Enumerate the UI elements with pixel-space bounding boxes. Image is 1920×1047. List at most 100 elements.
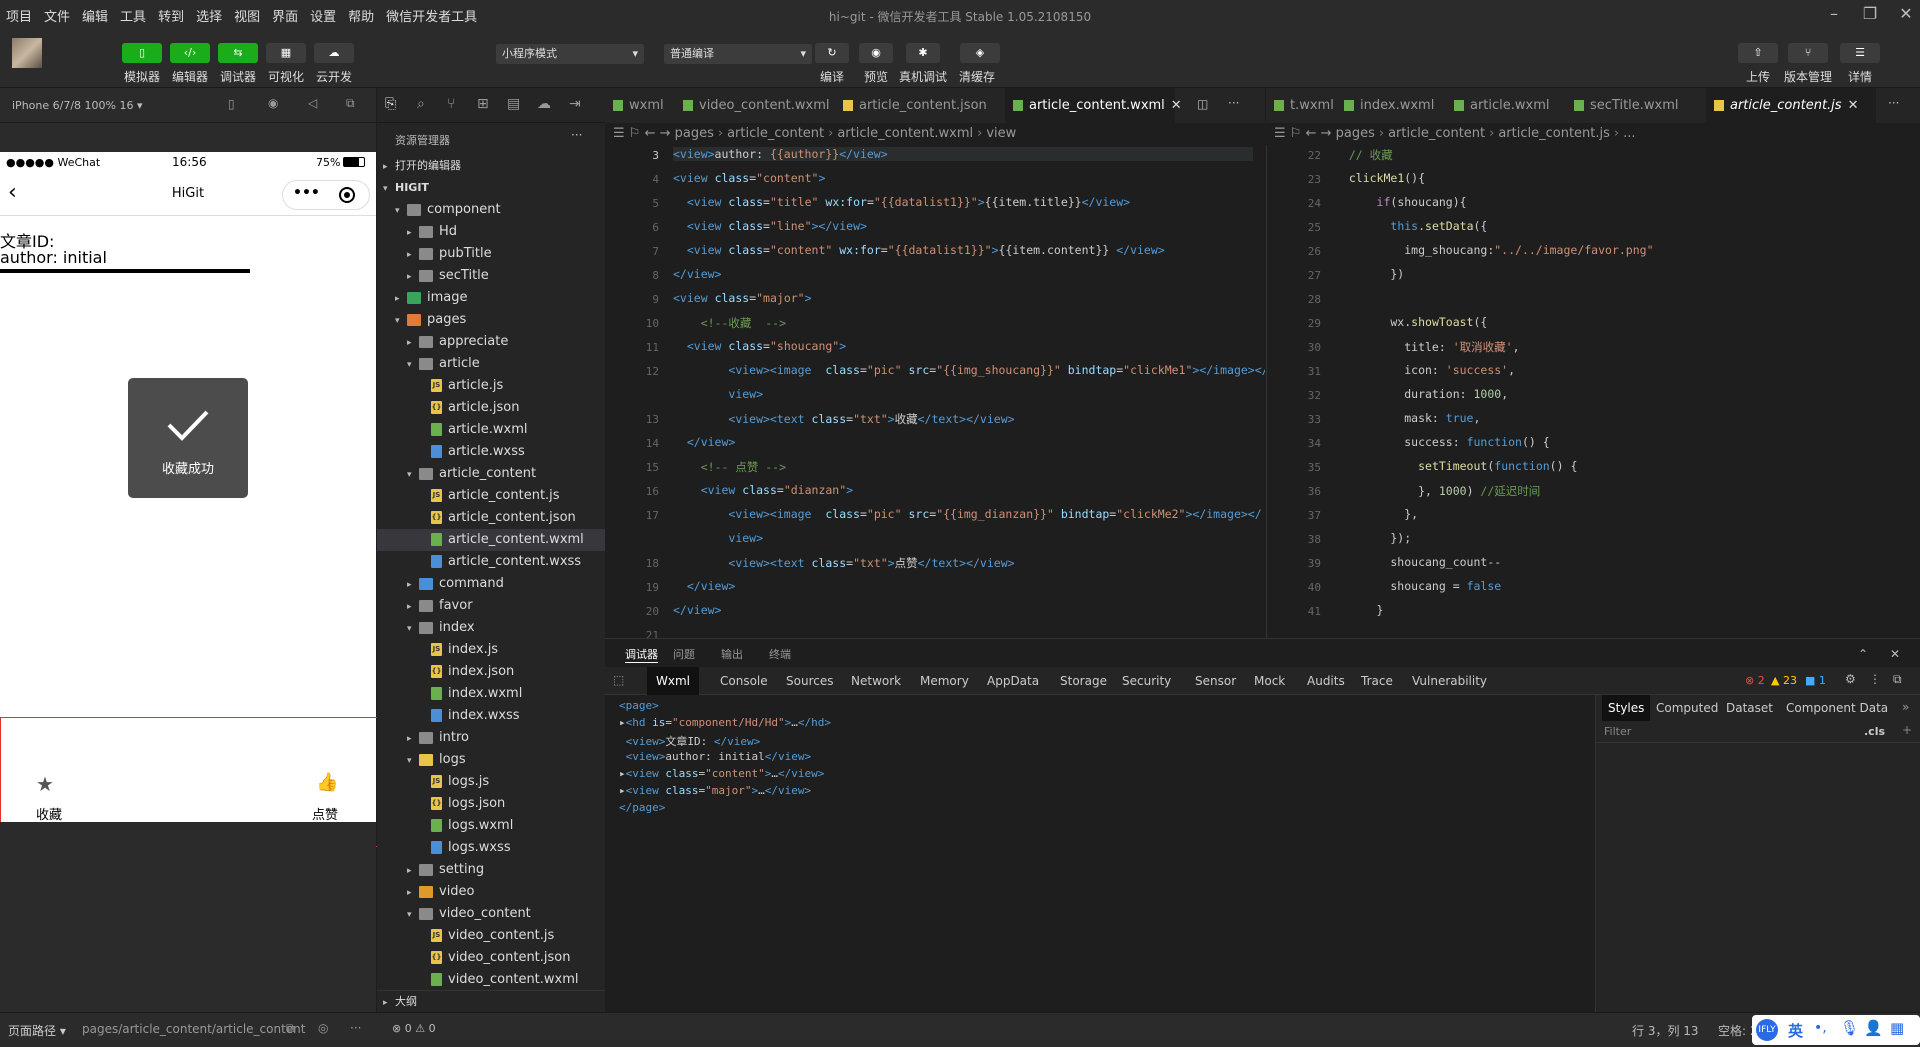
- record-icon[interactable]: ◉: [268, 96, 278, 110]
- code-line[interactable]: view>: [673, 387, 763, 401]
- code-line[interactable]: this.setData({: [1335, 219, 1487, 233]
- tree-item[interactable]: article.wxml: [377, 419, 605, 441]
- tree-item[interactable]: {} logs.json: [377, 793, 605, 815]
- compile-button[interactable]: 编译: [807, 68, 857, 85]
- devtools-tab[interactable]: Sources: [777, 667, 842, 695]
- wxml-node[interactable]: <view>文章ID: </view>: [619, 733, 761, 749]
- ime-logo-icon[interactable]: IFLY: [1756, 1019, 1778, 1041]
- devtools-tab[interactable]: Memory: [911, 667, 978, 695]
- add-style-icon[interactable]: +: [1902, 723, 1912, 737]
- panel-tab[interactable]: 问题: [673, 646, 695, 662]
- page-path-select[interactable]: 页面路径 ▾: [8, 1022, 66, 1039]
- devtools-tab[interactable]: Storage: [1051, 667, 1116, 695]
- capsule-menu[interactable]: •••: [282, 180, 370, 210]
- avatar[interactable]: [12, 38, 42, 68]
- tree-item[interactable]: JS logs.js: [377, 771, 605, 793]
- tree-item[interactable]: ▸ favor: [377, 595, 605, 617]
- cloud-icon[interactable]: ☁: [537, 96, 551, 112]
- close-tab-icon[interactable]: ✕: [1848, 98, 1859, 113]
- code-line[interactable]: <view><text class="txt">收藏</text></view>: [673, 411, 1014, 427]
- tree-item[interactable]: index.wxss: [377, 705, 605, 727]
- settings-icon[interactable]: ⚙: [1845, 672, 1856, 686]
- tree-item[interactable]: ▾ pages: [377, 309, 605, 331]
- menu-item[interactable]: 编辑: [76, 6, 114, 25]
- menu-item[interactable]: 转到: [152, 6, 190, 25]
- wxml-node[interactable]: ▸<hd is="component/Hd/Hd">…</hd>: [619, 716, 831, 729]
- code-line[interactable]: setTimeout(function() {: [1335, 459, 1577, 473]
- simulator-icon[interactable]: ▯: [122, 43, 162, 63]
- panel-tab[interactable]: 调试器: [625, 646, 658, 663]
- cursor-position[interactable]: 行 3，列 13: [1632, 1022, 1699, 1039]
- tree-item[interactable]: ▾ article: [377, 353, 605, 375]
- tree-item[interactable]: {} index.json: [377, 661, 605, 683]
- close-panel-icon[interactable]: ✕: [1890, 647, 1900, 661]
- wxml-node[interactable]: </page>: [619, 801, 665, 814]
- code-line[interactable]: clickMe1(){: [1335, 171, 1425, 185]
- wxml-node[interactable]: ▸<view class="content">…</view>: [619, 767, 824, 780]
- menu-item[interactable]: 设置: [304, 6, 342, 25]
- editor1-code[interactable]: 3 <view>author: {{author}}</view> 4 <view c…: [605, 145, 1265, 638]
- code-line[interactable]: <!--收藏 -->: [673, 315, 786, 331]
- devtools-tab[interactable]: AppData: [978, 667, 1048, 695]
- editor-tab[interactable]: article_content.json: [835, 88, 1005, 123]
- kebab-icon[interactable]: ⋮: [1869, 672, 1881, 686]
- tree-item[interactable]: ▸ setting: [377, 859, 605, 881]
- tree-item[interactable]: JS article_content.js: [377, 485, 605, 507]
- editor-tab[interactable]: wxml: [605, 88, 675, 123]
- version-button[interactable]: 版本管理: [1783, 68, 1833, 85]
- code-line[interactable]: <view><image class="pic" src="{{img_dian…: [673, 507, 1261, 521]
- tree-item[interactable]: ▸ secTitle: [377, 265, 605, 287]
- editor-tab[interactable]: video_content.wxml: [675, 88, 835, 123]
- error-count[interactable]: ⊗ 2: [1745, 674, 1765, 687]
- minimize-button[interactable]: –: [1820, 4, 1848, 26]
- code-line[interactable]: mask: true,: [1335, 411, 1480, 425]
- upload-button[interactable]: 上传: [1733, 68, 1783, 85]
- code-line[interactable]: shoucang_count--: [1335, 555, 1501, 569]
- tree-item[interactable]: JS article.js: [377, 375, 605, 397]
- debugger-icon[interactable]: ⇆: [218, 43, 258, 63]
- code-line[interactable]: <view><image class="pic" src="{{img_shou…: [673, 363, 1265, 377]
- tree-item[interactable]: ▾ video_content: [377, 903, 605, 925]
- filter-input[interactable]: Filter: [1604, 725, 1631, 738]
- code-line[interactable]: <view class="major">: [673, 291, 812, 305]
- devtools-tab[interactable]: Trace: [1352, 667, 1402, 695]
- code-line[interactable]: }): [1335, 267, 1404, 281]
- chevron-right-icon[interactable]: »: [1902, 700, 1909, 714]
- sound-icon[interactable]: ◁: [308, 96, 317, 110]
- tree-item[interactable]: video_content.wxml: [377, 969, 605, 991]
- search-icon[interactable]: ⌕: [417, 96, 425, 112]
- breadcrumb-item[interactable]: ...: [1623, 126, 1635, 141]
- compile-icon[interactable]: ↻: [815, 43, 849, 63]
- user-icon[interactable]: 👤: [1864, 1019, 1883, 1037]
- code-line[interactable]: title: '取消收藏',: [1335, 339, 1519, 355]
- code-line[interactable]: }, 1000) //延迟时间: [1335, 483, 1540, 499]
- upload-icon[interactable]: ⇧: [1738, 43, 1778, 63]
- remote-debug-button[interactable]: 真机调试: [898, 68, 948, 85]
- tree-item[interactable]: ▸ video: [377, 881, 605, 903]
- code-line[interactable]: <view class="content">: [673, 171, 825, 185]
- menu-item[interactable]: 文件: [38, 6, 76, 25]
- menu-item[interactable]: 帮助: [342, 6, 380, 25]
- files-icon[interactable]: ⎘: [385, 96, 396, 112]
- breadcrumb-item[interactable]: article_content.js: [1498, 126, 1610, 141]
- tree-item[interactable]: logs.wxss: [377, 837, 605, 859]
- tree-item[interactable]: article.wxss: [377, 441, 605, 463]
- tree-item[interactable]: ▾ logs: [377, 749, 605, 771]
- devtools-tab[interactable]: Audits: [1298, 667, 1354, 695]
- code-line[interactable]: <view><text class="txt">点赞</text></view>: [673, 555, 1014, 571]
- mode-select[interactable]: 小程序模式 ▾: [496, 44, 644, 64]
- simulator-button[interactable]: 模拟器: [117, 68, 167, 85]
- window-icon[interactable]: ⧉: [346, 96, 355, 111]
- tree-item[interactable]: {} article.json: [377, 397, 605, 419]
- inspect-icon[interactable]: ⬚: [613, 673, 624, 687]
- root-section[interactable]: ▾ HIGIT: [377, 177, 605, 199]
- tree-item[interactable]: ▸ pubTitle: [377, 243, 605, 265]
- preview-button[interactable]: 预览: [851, 68, 901, 85]
- more-icon[interactable]: ···: [350, 1021, 361, 1035]
- code-line[interactable]: if(shoucang){: [1335, 195, 1467, 209]
- cloud-icon[interactable]: ☁: [314, 43, 354, 63]
- menu-item[interactable]: 选择: [190, 6, 228, 25]
- clear-cache-icon[interactable]: ◈: [960, 43, 1000, 63]
- maximize-button[interactable]: ❐: [1856, 4, 1884, 26]
- debug-icon[interactable]: ⇥: [569, 96, 581, 112]
